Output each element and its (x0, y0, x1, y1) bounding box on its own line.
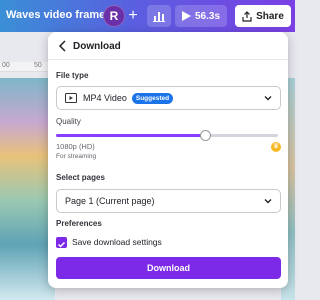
insights-button[interactable] (147, 5, 171, 27)
play-icon (181, 11, 191, 21)
chevron-down-icon (264, 199, 272, 204)
add-collaborator-button[interactable]: + (126, 5, 140, 27)
play-button[interactable]: 56.3s (175, 5, 227, 27)
share-label: Share (256, 10, 284, 22)
ruler: 00 50 (0, 62, 55, 72)
suggested-badge: Suggested (131, 92, 174, 104)
panel-title: Download (73, 41, 121, 52)
top-bar: Waves video frame R + 56.3s Share (0, 0, 295, 32)
resolution-subtext: For streaming (56, 153, 97, 160)
play-duration: 56.3s (194, 10, 221, 22)
resolution-label: 1080p (HD) (56, 142, 95, 151)
crown-icon: ♛ (271, 142, 281, 152)
download-button[interactable]: Download (56, 257, 281, 279)
panel-header: Download (48, 32, 288, 60)
quality-label: Quality (56, 117, 81, 126)
avatar[interactable]: R (103, 5, 125, 27)
file-type-select[interactable]: MP4 Video Suggested (56, 86, 281, 110)
download-panel: Download File type MP4 Video Suggested Q… (48, 32, 288, 288)
quality-slider-fill (56, 134, 205, 137)
ruler-tick: 50 (34, 62, 42, 69)
back-button[interactable] (56, 38, 70, 54)
quality-slider-thumb[interactable] (199, 130, 211, 141)
stats-icon (153, 12, 165, 22)
ruler-tick: 00 (2, 62, 10, 69)
file-type-value: MP4 Video (83, 93, 127, 103)
preferences-label: Preferences (56, 219, 102, 228)
checkmark-icon (57, 241, 66, 248)
file-type-label: File type (56, 71, 89, 80)
share-upload-icon (242, 10, 252, 22)
canvas-preview[interactable] (0, 78, 55, 300)
document-title[interactable]: Waves video frame (6, 9, 105, 21)
share-button[interactable]: Share (235, 5, 291, 27)
back-chevron-icon (58, 40, 66, 52)
save-settings-checkbox[interactable] (56, 237, 67, 248)
quality-slider[interactable] (56, 130, 278, 141)
video-file-icon (65, 93, 77, 103)
select-pages-label: Select pages (56, 173, 105, 182)
select-pages-value: Page 1 (Current page) (65, 196, 155, 206)
select-pages-dropdown[interactable]: Page 1 (Current page) (56, 189, 281, 213)
save-settings-label[interactable]: Save download settings (72, 237, 162, 247)
chevron-down-icon (264, 96, 272, 101)
